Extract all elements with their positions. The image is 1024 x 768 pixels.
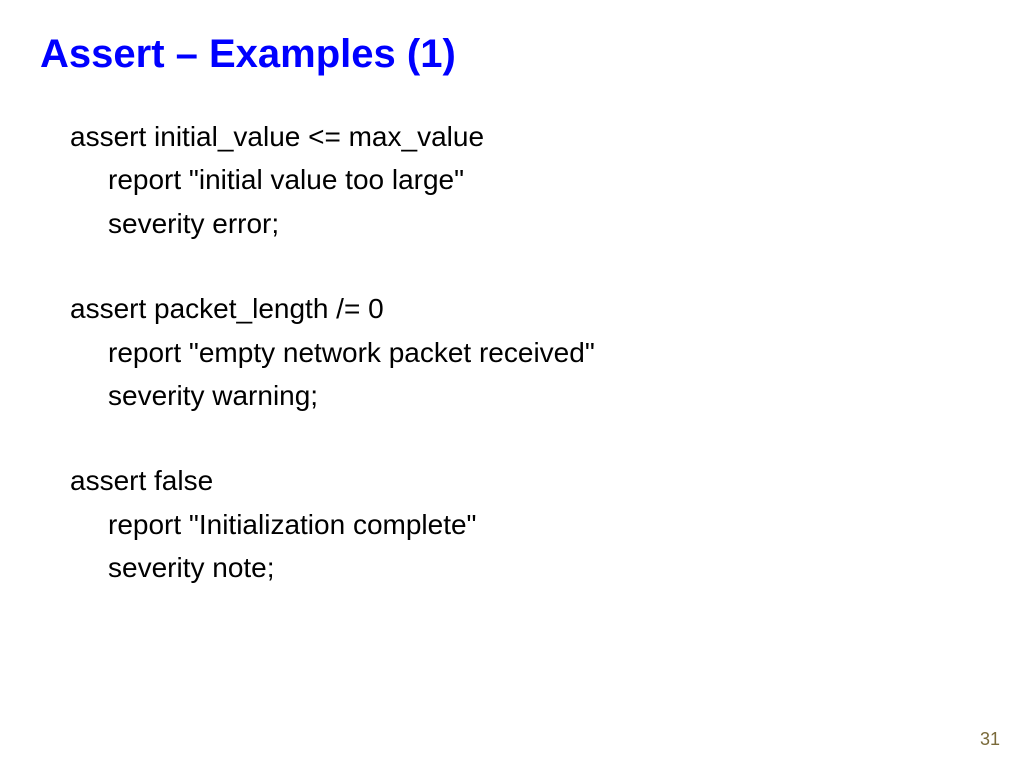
code-line: assert false: [70, 459, 984, 502]
code-line: report "initial value too large": [70, 158, 984, 201]
slide-content: assert initial_value <= max_value report…: [40, 115, 984, 590]
slide: Assert – Examples (1) assert initial_val…: [0, 0, 1024, 768]
block-gap: [70, 245, 984, 287]
block-gap: [70, 417, 984, 459]
code-line: assert packet_length /= 0: [70, 287, 984, 330]
code-line: severity warning;: [70, 374, 984, 417]
slide-title: Assert – Examples (1): [40, 32, 984, 77]
code-line: report "empty network packet received": [70, 331, 984, 374]
code-line: severity note;: [70, 546, 984, 589]
code-line: report "Initialization complete": [70, 503, 984, 546]
code-line: severity error;: [70, 202, 984, 245]
page-number: 31: [980, 729, 1000, 750]
code-line: assert initial_value <= max_value: [70, 115, 984, 158]
